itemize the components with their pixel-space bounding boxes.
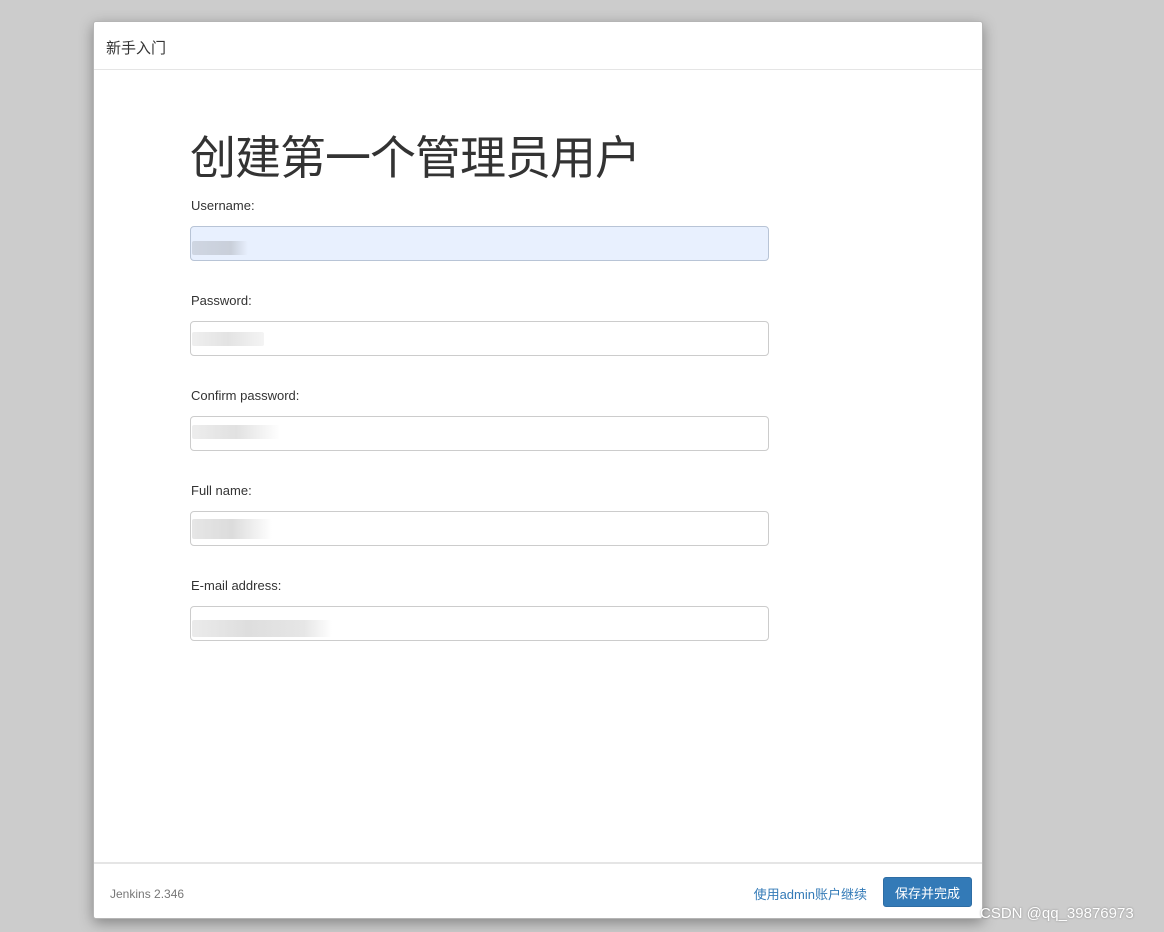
password-label: Password: [191, 293, 252, 308]
version-label: Jenkins 2.346 [110, 887, 185, 901]
full-name-input[interactable] [190, 511, 769, 546]
dialog-title: 新手入门 [106, 40, 167, 57]
username-label: Username: [191, 198, 255, 213]
dialog-header: 新手入门 [94, 22, 982, 70]
confirm-password-input[interactable] [190, 416, 769, 451]
email-input[interactable] [190, 606, 769, 641]
save-and-finish-button[interactable]: 保存并完成 [882, 877, 972, 907]
page-title: 创建第一个管理员用户 [190, 132, 641, 184]
confirm-password-label: Confirm password: [191, 388, 300, 403]
password-input[interactable] [190, 321, 769, 356]
setup-dialog: 新手入门 创建第一个管理员用户 Username: Password: Conf… [93, 21, 983, 919]
continue-as-admin-link[interactable]: 使用admin账户继续 [754, 884, 867, 903]
dialog-footer: Jenkins 2.346 使用admin账户继续 保存并完成 [94, 862, 982, 918]
full-name-label: Full name: [191, 483, 252, 498]
email-label: E-mail address: [191, 578, 282, 593]
dialog-body: 创建第一个管理员用户 Username: Password: Confirm p… [94, 70, 982, 864]
username-input[interactable] [190, 226, 769, 261]
watermark: CSDN @qq_39876973 [980, 905, 1134, 922]
